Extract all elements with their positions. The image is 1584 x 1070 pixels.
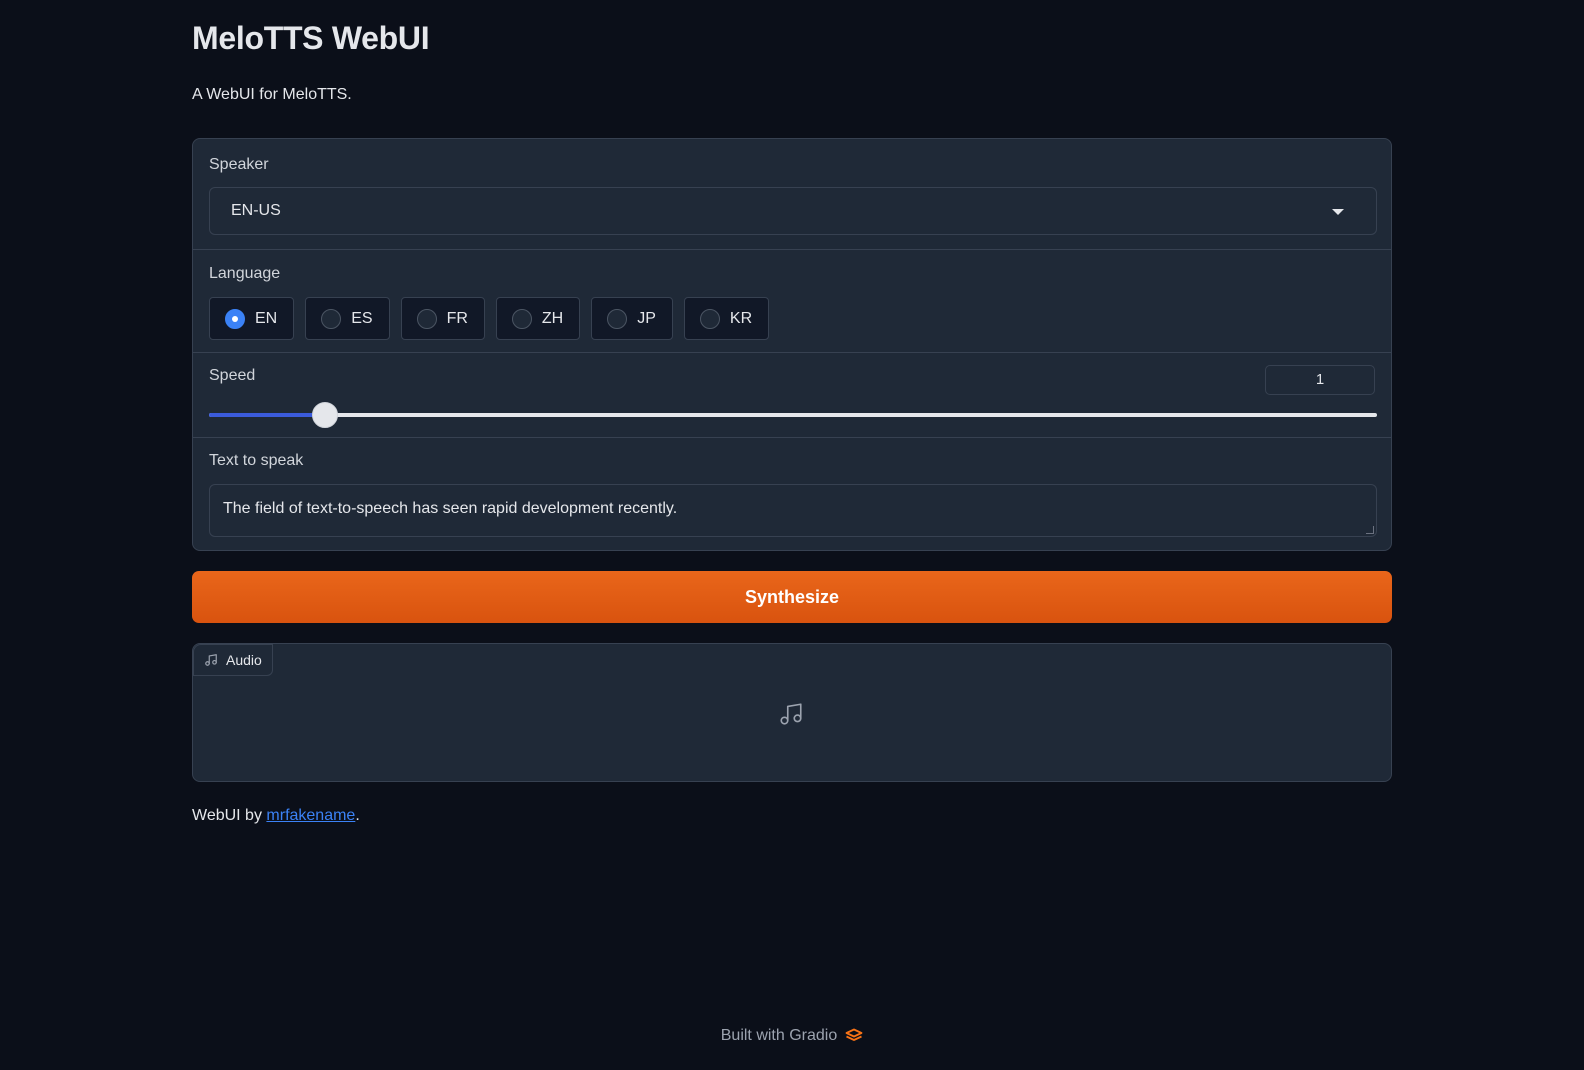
- audio-output: Audio: [192, 643, 1392, 782]
- language-option-kr[interactable]: KR: [683, 297, 770, 340]
- language-option-label: KR: [729, 309, 753, 327]
- language-label: Language: [209, 265, 281, 282]
- radio-checked-icon: [225, 308, 245, 329]
- synthesize-button[interactable]: Synthesize: [192, 571, 1392, 623]
- text-to-speak-input[interactable]: The field of text-to-speech has seen rap…: [209, 484, 1377, 537]
- speed-slider-fill: [209, 413, 325, 417]
- text-label: Text to speak: [209, 452, 304, 469]
- language-option-label: ES: [351, 309, 373, 327]
- gradio-logo-icon: [845, 1028, 863, 1041]
- language-option-label: EN: [255, 309, 278, 327]
- text-to-speak-value: The field of text-to-speech has seen rap…: [223, 500, 678, 517]
- page-subtitle: A WebUI for MeloTTS.: [192, 86, 352, 103]
- built-with-gradio[interactable]: Built with Gradio: [0, 1027, 1584, 1045]
- language-block: Language EN ES FR ZH JP KR: [193, 249, 1391, 352]
- music-note-icon: [205, 654, 217, 666]
- speed-block: Speed 1: [193, 352, 1391, 437]
- chevron-down-icon: [1332, 209, 1344, 215]
- audio-label: Audio: [226, 652, 262, 668]
- input-panel: Speaker EN-US Language EN ES FR ZH JP KR…: [192, 138, 1392, 551]
- language-option-en[interactable]: EN: [209, 297, 295, 340]
- audio-empty-state: [778, 701, 804, 732]
- radio-unchecked-icon: [321, 308, 342, 329]
- app-root: MeloTTS WebUI A WebUI for MeloTTS. Speak…: [0, 0, 1584, 1070]
- speed-slider-track[interactable]: [209, 402, 1377, 428]
- radio-unchecked-icon: [511, 308, 532, 329]
- radio-unchecked-icon: [607, 308, 628, 329]
- author-link[interactable]: mrfakename: [266, 807, 355, 824]
- language-radio-group: EN ES FR ZH JP KR: [209, 297, 770, 340]
- footer-credit: WebUI by mrfakename.: [192, 807, 360, 825]
- speaker-label: Speaker: [209, 156, 269, 173]
- language-option-zh[interactable]: ZH: [495, 297, 581, 340]
- footer-credit-suffix: .: [355, 807, 360, 824]
- language-option-label: ZH: [541, 309, 564, 327]
- language-option-fr[interactable]: FR: [400, 297, 485, 340]
- text-block: Text to speak The field of text-to-speec…: [193, 437, 1391, 550]
- page-title: MeloTTS WebUI: [192, 20, 430, 56]
- language-option-jp[interactable]: JP: [591, 297, 673, 340]
- speaker-dropdown-value: EN-US: [231, 202, 281, 219]
- speaker-dropdown[interactable]: EN-US: [209, 187, 1377, 235]
- radio-unchecked-icon: [416, 308, 437, 329]
- language-option-label: FR: [446, 309, 468, 327]
- audio-label-tag: Audio: [193, 644, 273, 676]
- language-option-label: JP: [637, 309, 656, 327]
- music-note-icon: [780, 703, 802, 725]
- footer-credit-prefix: WebUI by: [192, 807, 267, 824]
- radio-unchecked-icon: [699, 308, 720, 329]
- speaker-block: Speaker EN-US: [193, 139, 1391, 249]
- speed-label: Speed: [209, 367, 256, 384]
- speed-number-input[interactable]: 1: [1265, 365, 1375, 395]
- built-with-text: Built with Gradio: [720, 1027, 838, 1044]
- speed-slider-thumb[interactable]: [311, 402, 338, 428]
- resize-handle-icon[interactable]: [1366, 526, 1374, 534]
- language-option-es[interactable]: ES: [305, 297, 390, 340]
